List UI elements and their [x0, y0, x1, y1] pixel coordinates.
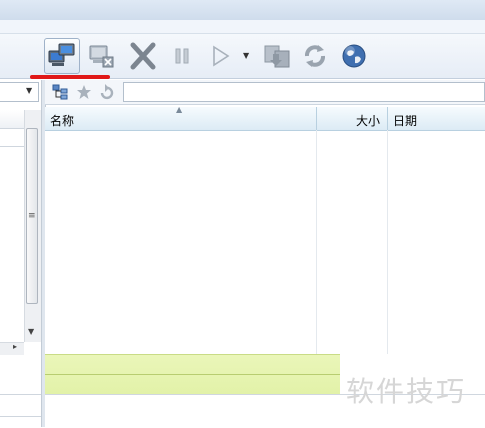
start-dropdown-arrow-icon[interactable]: ▼	[243, 51, 249, 60]
sort-ascending-icon: ▲	[176, 105, 183, 114]
highlight-underline	[30, 75, 110, 79]
tree-view-icon	[52, 84, 68, 100]
refresh-arrow-icon	[100, 84, 114, 100]
status-divider	[45, 374, 340, 375]
chevron-down-icon[interactable]: ▼	[26, 86, 32, 95]
column-divider[interactable]	[316, 107, 317, 354]
local-path-combo[interactable]	[0, 82, 39, 102]
column-header-divider[interactable]	[316, 107, 317, 130]
column-divider[interactable]	[387, 107, 388, 354]
queue-button[interactable]	[259, 38, 295, 74]
column-header-divider[interactable]	[387, 107, 388, 130]
disconnect-button[interactable]	[83, 38, 119, 74]
pane-divider	[0, 416, 41, 417]
column-header-size[interactable]: 大小	[356, 112, 380, 129]
menu-strip	[0, 20, 485, 34]
web-button[interactable]	[336, 38, 372, 74]
computer-disconnect-icon	[89, 45, 114, 68]
scroll-right-arrow-icon[interactable]: ▸	[13, 342, 17, 351]
stop-button[interactable]	[125, 38, 161, 74]
grip-icon: ≡	[28, 211, 36, 221]
start-button[interactable]	[202, 38, 238, 74]
queue-transfer-icon	[264, 45, 290, 68]
go-up-button[interactable]	[98, 84, 114, 100]
local-horizontal-scrollbar[interactable]	[0, 342, 24, 355]
pause-button[interactable]	[164, 38, 200, 74]
column-header-name[interactable]: 名称	[50, 112, 74, 129]
column-header-date[interactable]: 日期	[393, 112, 417, 129]
remote-file-list[interactable]	[45, 107, 485, 354]
refresh-button[interactable]	[297, 38, 333, 74]
pane-divider	[0, 394, 41, 395]
tree-view-button[interactable]	[52, 84, 68, 100]
scroll-down-arrow-icon[interactable]: ▼	[28, 327, 34, 336]
window-title-bar	[0, 0, 485, 21]
computers-connect-icon	[48, 43, 75, 66]
tree-row-divider	[0, 146, 24, 147]
connect-button[interactable]	[44, 38, 80, 74]
globe-icon	[342, 44, 366, 68]
local-tree-header	[0, 110, 24, 129]
watermark: 软件技巧	[346, 375, 467, 408]
remote-path-input[interactable]	[123, 82, 485, 102]
favorites-button[interactable]	[76, 84, 92, 100]
file-list-header	[45, 107, 485, 131]
star-icon	[77, 85, 91, 99]
refresh-icon	[305, 45, 325, 67]
pause-icon	[175, 48, 189, 64]
x-stop-icon	[130, 42, 156, 70]
play-icon	[213, 45, 230, 67]
